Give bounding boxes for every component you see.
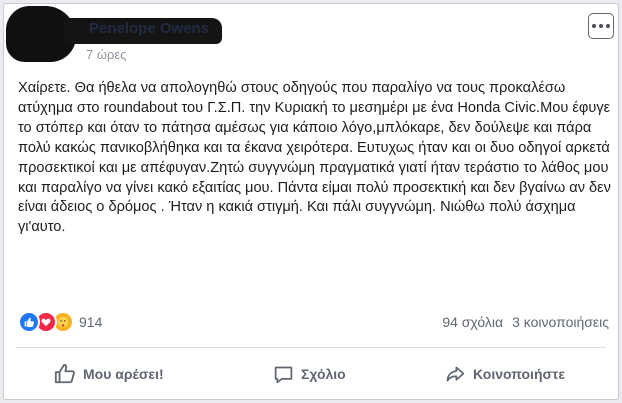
like-label: Μου αρέσει! — [83, 366, 164, 382]
more-options-button[interactable] — [588, 13, 614, 39]
post-text: Χαίρετε. Θα ήθελα να απολογηθώ στους οδη… — [18, 80, 611, 236]
comment-label: Σχόλιο — [301, 366, 346, 382]
divider — [16, 347, 606, 348]
thumbs-up-icon — [54, 363, 75, 384]
post-author[interactable]: Penelope Owens — [89, 20, 209, 37]
share-button[interactable]: Κοινοποιήστε — [445, 359, 565, 389]
like-button[interactable]: Μου αρέσει! — [54, 359, 164, 389]
share-label: Κοινοποιήστε — [473, 366, 565, 382]
reactions-summary[interactable]: 914 — [18, 311, 103, 333]
engagement-stats: 94 σχόλια 3 κοινοποιήσεις — [442, 314, 609, 330]
post-card: Penelope Owens 7 ώρες Χαίρετε. Θα ήθελα … — [3, 3, 619, 400]
like-icon — [18, 311, 40, 333]
shares-count[interactable]: 3 κοινοποιήσεις — [512, 314, 609, 330]
comments-count[interactable]: 94 σχόλια — [442, 314, 503, 330]
more-dots-icon — [591, 24, 612, 28]
comment-button[interactable]: Σχόλιο — [273, 359, 346, 389]
comment-icon — [274, 366, 293, 383]
post-timestamp[interactable]: 7 ώρες — [86, 47, 126, 62]
share-icon — [446, 366, 465, 381]
reactions-count: 914 — [79, 314, 103, 330]
